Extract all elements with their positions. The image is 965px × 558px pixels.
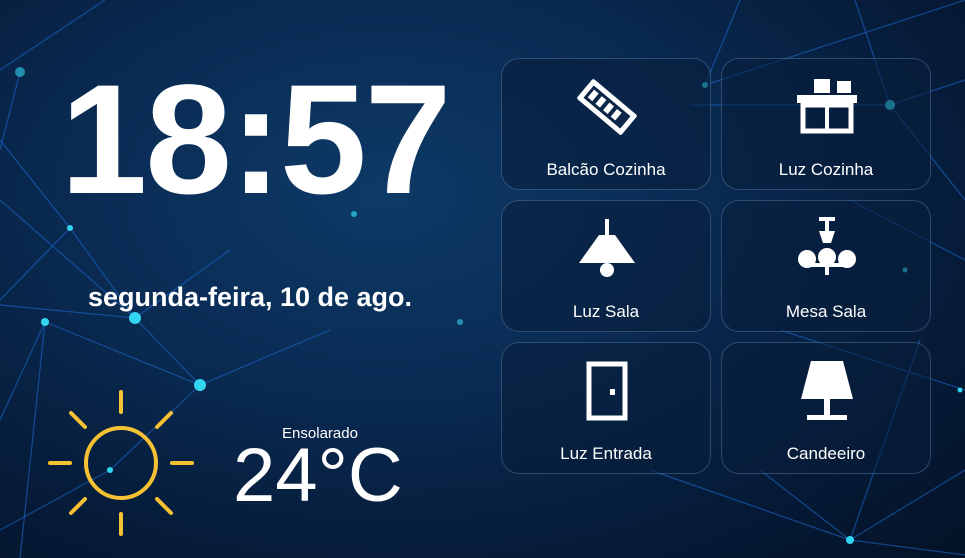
tile-label: Luz Sala [572,302,640,321]
led-strip-icon [577,79,637,135]
tile-luz-sala[interactable]: Luz Sala [501,200,711,332]
tile-label: Candeeiro [786,444,866,463]
tile-candeeiro[interactable]: Candeeiro [721,342,931,474]
tile-label: Luz Entrada [560,444,652,463]
sun-icon [48,390,194,536]
tile-label: Balcão Cozinha [546,160,666,179]
tile-label: Mesa Sala [785,302,867,321]
door-icon [586,361,628,421]
tile-mesa-sala[interactable]: Mesa Sala [721,200,931,332]
floor-lamp-icon [801,361,853,420]
device-grid: Balcão Cozinha Luz Cozinha Luz Sala Mesa… [501,58,931,474]
tile-label: Luz Cozinha [778,160,874,179]
chandelier-icon [798,217,856,275]
tile-luz-cozinha[interactable]: Luz Cozinha [721,58,931,190]
ceiling-lamp-icon [579,219,635,277]
weather-temperature: 24°C [233,433,403,518]
tile-balcao-cozinha[interactable]: Balcão Cozinha [501,58,711,190]
clock-time: 18:57 [60,53,452,227]
clock-date: segunda-feira, 10 de ago. [87,282,413,312]
tile-luz-entrada[interactable]: Luz Entrada [501,342,711,474]
kitchen-light-icon [797,79,857,134]
